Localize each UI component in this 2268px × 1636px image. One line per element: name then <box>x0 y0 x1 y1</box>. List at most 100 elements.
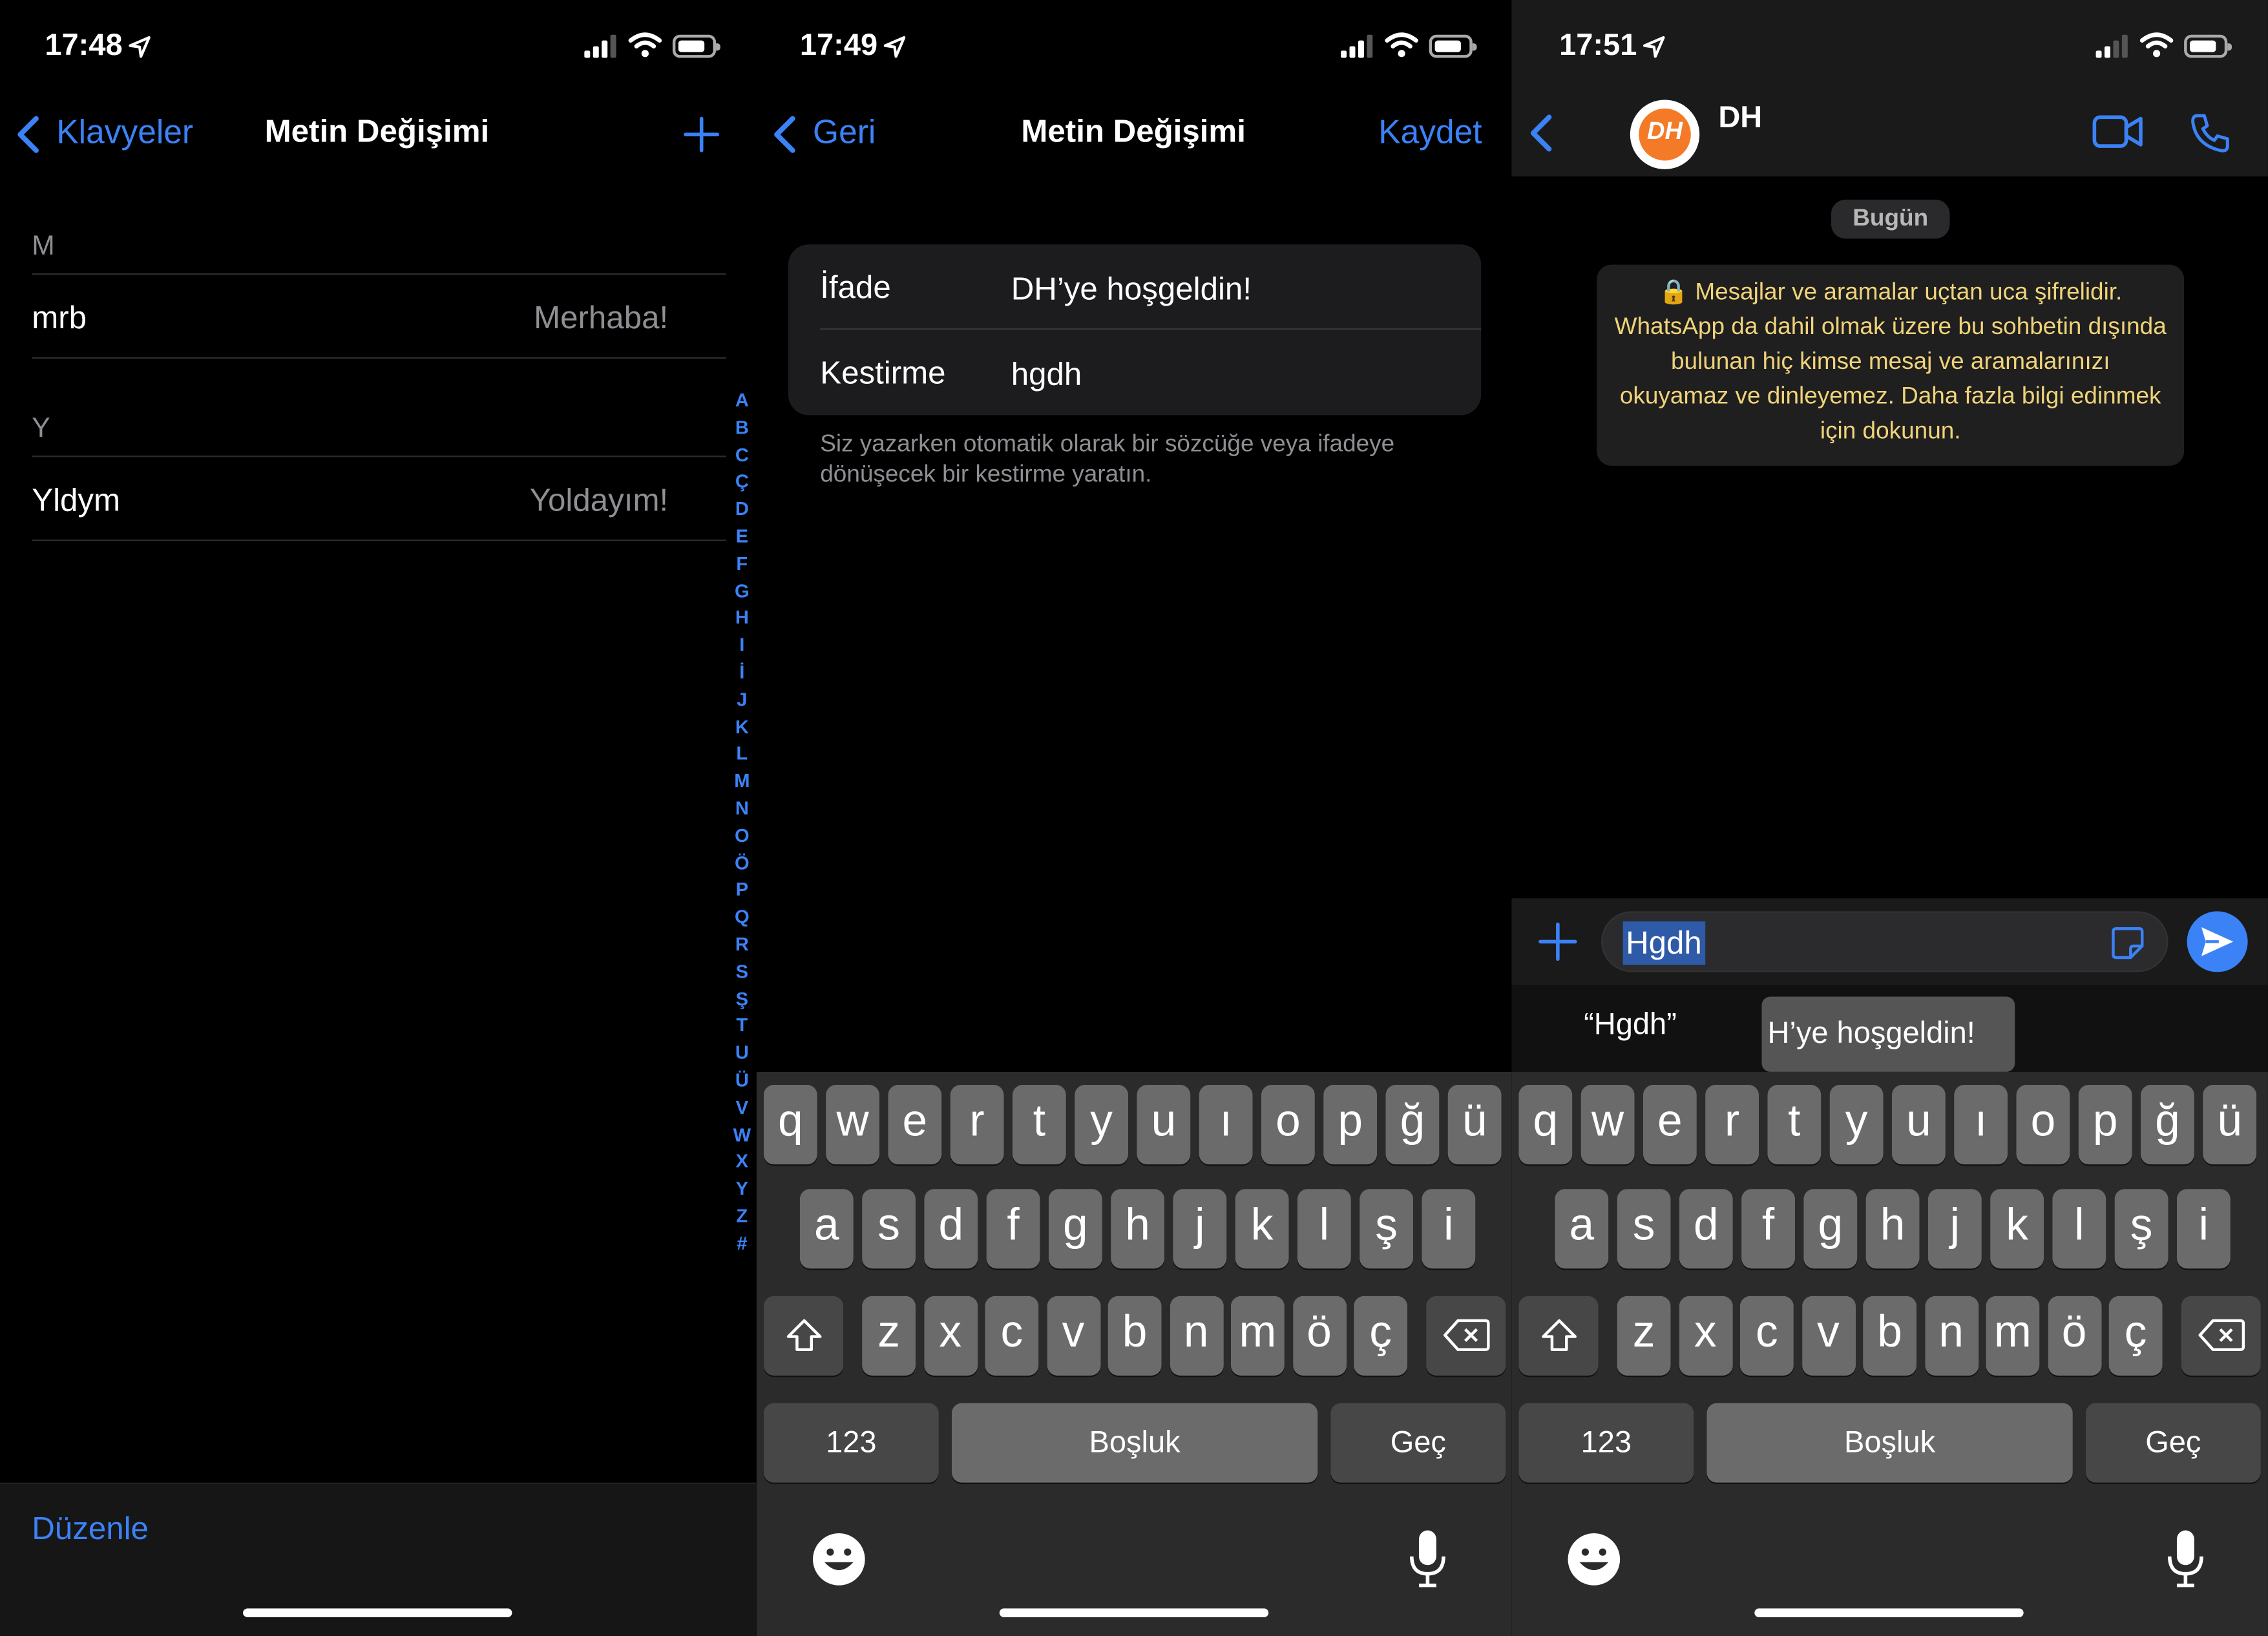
key-ç[interactable]: ç <box>1354 1295 1408 1376</box>
encryption-notice[interactable]: 🔒 Mesajlar ve aramalar uçtan uca şifreli… <box>1597 264 2185 466</box>
return-key[interactable]: Geç <box>2085 1403 2261 1483</box>
index-letter[interactable]: Ü <box>728 1067 757 1095</box>
key-ı[interactable]: ı <box>1199 1085 1253 1165</box>
index-letter[interactable]: F <box>728 551 757 578</box>
key-b[interactable]: b <box>1863 1295 1917 1376</box>
suggestion-replacement[interactable]: H’ye hoşgeldin! <box>1767 1017 1975 1052</box>
backspace-key[interactable] <box>2181 1295 2261 1376</box>
backspace-key[interactable] <box>1426 1295 1506 1376</box>
back-chevron-icon[interactable] <box>1528 114 1557 152</box>
index-letter[interactable]: İ <box>728 660 757 687</box>
index-letter[interactable]: H <box>728 605 757 633</box>
key-c[interactable]: c <box>985 1295 1039 1376</box>
key-s[interactable]: s <box>1617 1189 1671 1269</box>
attach-plus-icon[interactable] <box>1538 921 1579 962</box>
microphone-icon[interactable] <box>1406 1527 1449 1588</box>
key-y[interactable]: y <box>1829 1085 1884 1165</box>
key-z[interactable]: z <box>862 1295 916 1376</box>
key-ı[interactable]: ı <box>1954 1085 2008 1165</box>
phrase-field[interactable]: DH’ye hoşgeldin! <box>1011 271 1252 308</box>
key-ö[interactable]: ö <box>2047 1295 2101 1376</box>
key-w[interactable]: w <box>1580 1085 1635 1165</box>
key-y[interactable]: y <box>1075 1085 1129 1165</box>
key-n[interactable]: n <box>1169 1295 1223 1376</box>
index-letter[interactable]: Ö <box>728 850 757 877</box>
key-m[interactable]: m <box>1986 1295 2040 1376</box>
key-k[interactable]: k <box>1990 1189 2044 1269</box>
key-g[interactable]: g <box>1803 1189 1858 1269</box>
index-letter[interactable]: R <box>728 932 757 959</box>
index-letter[interactable]: P <box>728 877 757 904</box>
key-ö[interactable]: ö <box>1292 1295 1346 1376</box>
key-w[interactable]: w <box>826 1085 880 1165</box>
index-letter[interactable]: O <box>728 823 757 850</box>
back-chevron-icon[interactable] <box>771 116 800 153</box>
key-ş[interactable]: ş <box>1360 1189 1414 1269</box>
key-p[interactable]: p <box>1323 1085 1378 1165</box>
index-letter[interactable]: B <box>728 415 757 442</box>
key-x[interactable]: x <box>923 1295 978 1376</box>
index-letter[interactable]: X <box>728 1149 757 1176</box>
key-p[interactable]: p <box>2078 1085 2132 1165</box>
back-chevron-icon[interactable] <box>14 116 43 153</box>
phone-call-icon[interactable] <box>2189 111 2232 154</box>
key-c[interactable]: c <box>1739 1295 1794 1376</box>
index-letter[interactable]: # <box>728 1230 757 1257</box>
numbers-key[interactable]: 123 <box>1518 1403 1694 1483</box>
space-key[interactable]: Boşluk <box>1706 1403 2073 1483</box>
sticker-icon[interactable] <box>2110 926 2145 961</box>
key-ü[interactable]: ü <box>2203 1085 2257 1165</box>
index-letter[interactable]: M <box>728 768 757 795</box>
key-ş[interactable]: ş <box>2114 1189 2168 1269</box>
suggestion-literal[interactable]: “Hgdh” <box>1584 1008 1677 1043</box>
home-indicator[interactable] <box>1754 1608 2024 1617</box>
key-m[interactable]: m <box>1230 1295 1285 1376</box>
index-letter[interactable]: C <box>728 442 757 469</box>
key-q[interactable]: q <box>763 1085 817 1165</box>
back-button-klavyeler[interactable]: Klavyeler <box>56 113 193 152</box>
index-letter[interactable]: S <box>728 959 757 986</box>
key-d[interactable]: d <box>1679 1189 1733 1269</box>
index-letter[interactable]: W <box>728 1122 757 1149</box>
key-n[interactable]: n <box>1924 1295 1979 1376</box>
video-call-icon[interactable] <box>2092 113 2144 151</box>
index-letter[interactable]: L <box>728 741 757 768</box>
key-f[interactable]: f <box>986 1189 1040 1269</box>
key-r[interactable]: r <box>1705 1085 1759 1165</box>
index-letter[interactable]: K <box>728 714 757 741</box>
key-d[interactable]: d <box>924 1189 978 1269</box>
key-t[interactable]: t <box>1012 1085 1066 1165</box>
back-button-geri[interactable]: Geri <box>813 113 876 152</box>
message-input[interactable]: Hgdh <box>1601 911 2168 972</box>
key-t[interactable]: t <box>1767 1085 1822 1165</box>
key-s[interactable]: s <box>862 1189 916 1269</box>
index-letter[interactable]: J <box>728 687 757 714</box>
key-ğ[interactable]: ğ <box>2140 1085 2194 1165</box>
index-letter[interactable]: Z <box>728 1203 757 1230</box>
index-letter[interactable]: Ş <box>728 986 757 1013</box>
shift-key[interactable] <box>1518 1295 1599 1376</box>
space-key[interactable]: Boşluk <box>951 1403 1318 1483</box>
key-q[interactable]: q <box>1518 1085 1573 1165</box>
contact-name[interactable]: DH <box>1718 101 1762 136</box>
key-v[interactable]: v <box>1046 1295 1100 1376</box>
index-letter[interactable]: A <box>728 388 757 415</box>
key-u[interactable]: u <box>1137 1085 1191 1165</box>
key-k[interactable]: k <box>1235 1189 1289 1269</box>
return-key[interactable]: Geç <box>1330 1403 1506 1483</box>
emoji-icon[interactable] <box>810 1531 868 1589</box>
add-icon[interactable] <box>683 116 720 153</box>
key-e[interactable]: e <box>888 1085 942 1165</box>
key-i[interactable]: i <box>1422 1189 1476 1269</box>
key-f[interactable]: f <box>1741 1189 1795 1269</box>
shift-key[interactable] <box>763 1295 844 1376</box>
save-button[interactable]: Kaydet <box>1378 113 1482 152</box>
key-a[interactable]: a <box>799 1189 854 1269</box>
key-l[interactable]: l <box>2052 1189 2106 1269</box>
key-e[interactable]: e <box>1643 1085 1697 1165</box>
index-letter[interactable]: Y <box>728 1176 757 1203</box>
numbers-key[interactable]: 123 <box>763 1403 939 1483</box>
shortcut-field[interactable]: hgdh <box>1011 356 1082 393</box>
index-letter[interactable]: V <box>728 1095 757 1122</box>
index-letter[interactable]: G <box>728 578 757 605</box>
